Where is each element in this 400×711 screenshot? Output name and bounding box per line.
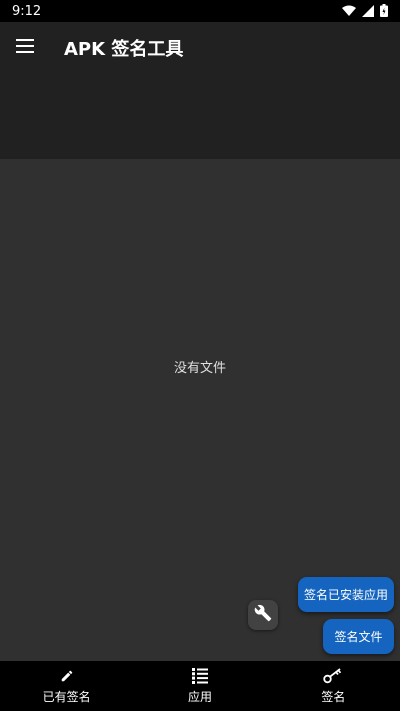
app-title: APK 签名工具	[64, 39, 184, 60]
empty-state-text: 没有文件	[173, 361, 226, 376]
nav-item-apps[interactable]: 应用	[133, 661, 266, 711]
nav-label: 已有签名	[42, 690, 91, 704]
status-icons	[342, 2, 388, 21]
nav-item-existing-signatures[interactable]: 已有签名	[0, 661, 133, 711]
status-bar: 9:12	[0, 0, 400, 22]
nav-label: 签名	[321, 690, 346, 704]
nav-label: 应用	[187, 690, 212, 704]
list-icon	[191, 667, 208, 685]
sign-installed-app-button[interactable]: 签名已安装应用	[298, 577, 394, 612]
bottom-navigation: 已有签名 应用 签名	[0, 661, 400, 711]
sign-file-button[interactable]: 签名文件	[323, 619, 394, 654]
wifi-icon	[342, 2, 356, 21]
key-icon	[323, 667, 343, 685]
status-time: 9:12	[12, 3, 42, 19]
pencil-icon	[60, 667, 74, 685]
tools-button[interactable]	[248, 600, 278, 630]
signal-icon	[362, 2, 374, 21]
menu-icon	[16, 38, 34, 57]
battery-icon	[380, 2, 388, 21]
nav-item-sign[interactable]: 签名	[267, 661, 400, 711]
app-bar: APK 签名工具	[0, 22, 400, 159]
wrench-icon	[254, 604, 272, 626]
menu-button[interactable]	[12, 34, 38, 60]
